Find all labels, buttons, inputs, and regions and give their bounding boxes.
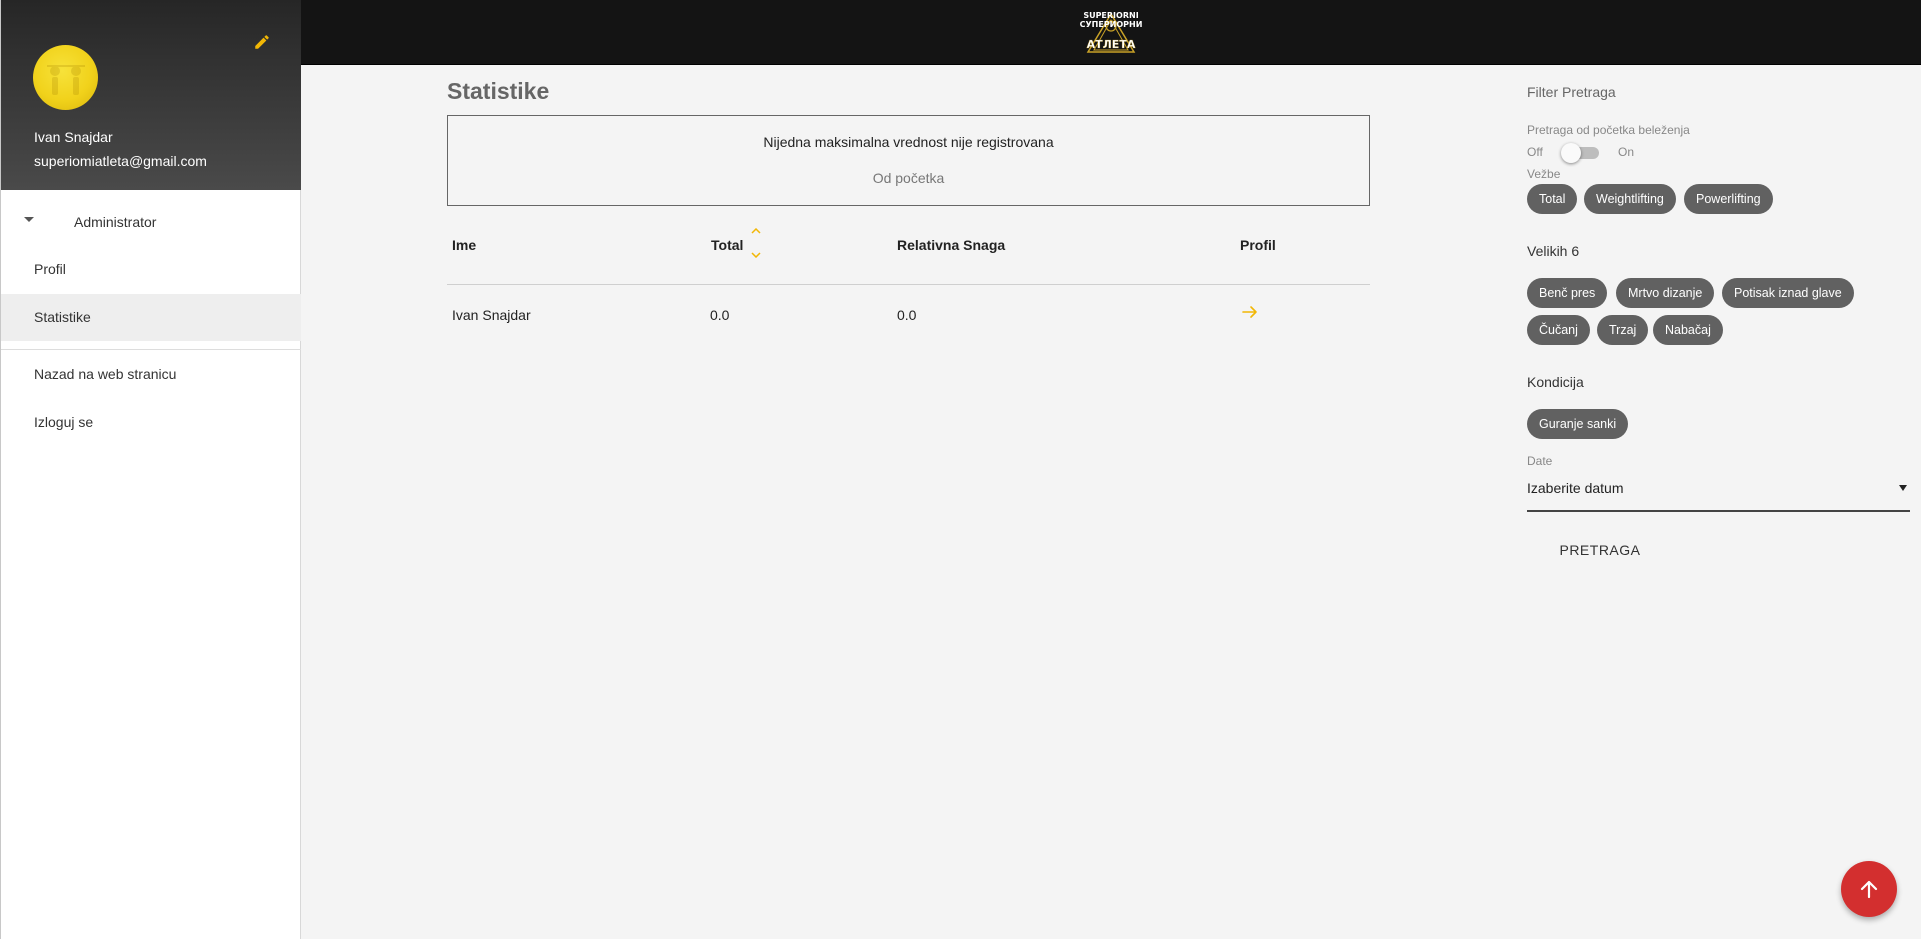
sidebar-item-statistike[interactable]: Statistike xyxy=(1,294,301,341)
exercises-label: Vežbe xyxy=(1527,167,1561,181)
chip-powerlifting[interactable]: Powerlifting xyxy=(1684,184,1773,214)
date-select-value: Izaberite datum xyxy=(1527,480,1624,496)
toggle-thumb xyxy=(1561,143,1581,163)
sidebar-item-logout[interactable]: Izloguj se xyxy=(1,399,301,446)
sidebar-item-label: Statistike xyxy=(34,309,91,325)
date-select[interactable]: Izaberite datum xyxy=(1527,473,1910,512)
search-button[interactable]: PRETRAGA xyxy=(1540,532,1660,568)
chip-guranje-sanki[interactable]: Guranje sanki xyxy=(1527,409,1629,439)
date-label: Date xyxy=(1527,454,1553,468)
app-root: Ivan Snajdar superiomiatleta@gmail.com A… xyxy=(0,0,1921,939)
chip-mrtvo-dizanje[interactable]: Mrtvo dizanje xyxy=(1616,278,1715,308)
nav-group-administrator[interactable]: Administrator xyxy=(1,208,301,236)
column-header-total[interactable]: Total xyxy=(711,237,743,253)
page-title: Statistike xyxy=(447,78,550,104)
user-email: superiomiatleta@gmail.com xyxy=(34,153,207,169)
sort-descending-icon[interactable] xyxy=(751,252,761,258)
caret-down-icon xyxy=(24,217,34,222)
column-header-ime: Ime xyxy=(452,237,477,253)
sidebar-item-label: Izloguj se xyxy=(34,414,94,430)
info-box: Nijedna maksimalna vrednost nije registr… xyxy=(447,115,1370,206)
kondicija-title: Kondicija xyxy=(1527,374,1584,390)
chip-weightlifting[interactable]: Weightlifting xyxy=(1584,184,1676,214)
dropdown-caret-icon xyxy=(1899,485,1907,491)
sidebar-item-profil[interactable]: Profil xyxy=(1,246,301,293)
chip-potisak-iznad-glave[interactable]: Potisak iznad glave xyxy=(1722,278,1854,308)
arrow-right-icon[interactable] xyxy=(1241,303,1259,321)
topbar: SUPERIORNI СУПЕРИОРНИ АТЛЕТА xyxy=(301,0,1921,65)
chip-total[interactable]: Total xyxy=(1527,184,1578,214)
filter-title: Filter Pretraga xyxy=(1527,84,1616,100)
from-start-toggle[interactable] xyxy=(1561,143,1599,163)
toggle-off-label: Off xyxy=(1527,145,1543,159)
logo-text-mid: СУПЕРИОРНИ xyxy=(1080,20,1143,29)
toggle-on-label: On xyxy=(1618,145,1635,159)
column-header-relativna-snaga: Relativna Snaga xyxy=(897,237,1006,253)
avatar-image xyxy=(47,65,85,95)
pencil-icon[interactable] xyxy=(253,33,271,51)
arrow-up-icon xyxy=(1860,880,1878,899)
info-subtitle: Od početka xyxy=(872,170,945,186)
column-header-profil: Profil xyxy=(1240,237,1276,253)
cell-name: Ivan Snajdar xyxy=(452,307,531,323)
brand-logo[interactable]: SUPERIORNI СУПЕРИОРНИ АТЛЕТА xyxy=(1076,6,1146,56)
sidebar-item-label: Nazad na web stranicu xyxy=(34,366,177,382)
big6-title: Velikih 6 xyxy=(1527,243,1580,259)
from-start-label: Pretraga od početka beleženja xyxy=(1527,123,1690,137)
user-name: Ivan Snajdar xyxy=(34,129,113,145)
info-message: Nijedna maksimalna vrednost nije registr… xyxy=(763,134,1054,150)
logo-text-bottom: АТЛЕТА xyxy=(1087,38,1136,51)
sort-ascending-icon[interactable] xyxy=(751,228,761,234)
avatar[interactable] xyxy=(33,45,98,110)
sidebar: Ivan Snajdar superiomiatleta@gmail.com A… xyxy=(0,0,301,939)
chip-cucanj[interactable]: Čučanj xyxy=(1527,315,1590,345)
chip-trzaj[interactable]: Trzaj xyxy=(1597,315,1649,345)
sidebar-item-web[interactable]: Nazad na web stranicu xyxy=(1,351,301,398)
cell-relative: 0.0 xyxy=(897,307,917,323)
sidebar-header: Ivan Snajdar superiomiatleta@gmail.com xyxy=(1,0,301,190)
chip-benc-pres[interactable]: Benč pres xyxy=(1527,278,1608,308)
sidebar-divider xyxy=(1,349,301,350)
chip-nabacaj[interactable]: Nabačaj xyxy=(1653,315,1723,345)
cell-total: 0.0 xyxy=(710,307,730,323)
sidebar-item-label: Profil xyxy=(34,261,66,277)
nav-group-label: Administrator xyxy=(74,214,157,230)
logo-text-top: SUPERIORNI xyxy=(1083,11,1138,20)
scroll-to-top-button[interactable] xyxy=(1841,861,1897,917)
table-divider xyxy=(447,284,1370,285)
